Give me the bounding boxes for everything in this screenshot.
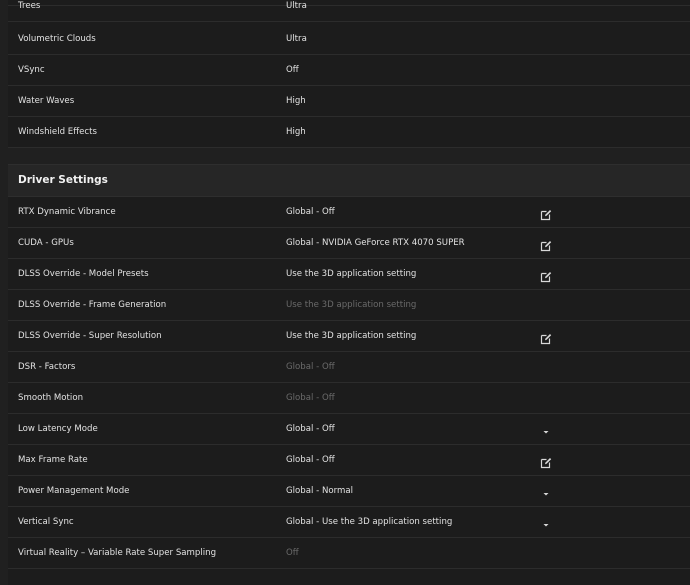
edit-icon[interactable]: [540, 454, 552, 469]
setting-value: Global - Off: [286, 393, 335, 403]
setting-label: RTX Dynamic Vibrance: [18, 207, 116, 217]
dropdown-arrow-icon[interactable]: [540, 423, 552, 435]
setting-label: CUDA - GPUs: [18, 238, 74, 248]
setting-label: DSR - Factors: [18, 362, 76, 372]
setting-label: Trees: [18, 1, 41, 11]
setting-row-vertical-sync[interactable]: Vertical Sync Global - Use the 3D applic…: [8, 507, 690, 538]
setting-label: Volumetric Clouds: [18, 34, 96, 44]
setting-row-max-frame-rate[interactable]: Max Frame Rate Global - Off: [8, 445, 690, 476]
setting-label: VSync: [18, 65, 45, 75]
setting-label: Smooth Motion: [18, 393, 84, 403]
driver-settings-header: Driver Settings: [8, 164, 690, 197]
setting-value[interactable]: Ultra: [286, 0, 307, 21]
setting-label: Water Waves: [18, 96, 75, 106]
setting-row-low-latency-mode[interactable]: Low Latency Mode Global - Off: [8, 414, 690, 445]
setting-row-vr-variable-rate-super-sampling: Virtual Reality – Variable Rate Super Sa…: [8, 538, 690, 569]
setting-row-water-waves[interactable]: Water Waves High: [8, 86, 690, 117]
dropdown-arrow-icon[interactable]: [540, 485, 552, 497]
edit-icon[interactable]: [540, 268, 552, 283]
dropdown-arrow-icon[interactable]: [540, 516, 552, 528]
setting-value[interactable]: High: [286, 117, 306, 147]
setting-row-windshield-effects[interactable]: Windshield Effects High: [8, 117, 690, 148]
setting-value[interactable]: Use the 3D application setting: [286, 259, 416, 289]
setting-row-volumetric-clouds[interactable]: Volumetric Clouds Ultra: [8, 24, 690, 55]
setting-row-dsr-factors: DSR - Factors Global - Off: [8, 352, 690, 383]
setting-row-power-management-mode[interactable]: Power Management Mode Global - Normal: [8, 476, 690, 507]
setting-value[interactable]: Global - Off: [286, 414, 335, 444]
edit-icon[interactable]: [540, 237, 552, 252]
setting-row-vsync[interactable]: VSync Off: [8, 55, 690, 86]
setting-value[interactable]: High: [286, 86, 306, 116]
setting-row-smooth-motion: Smooth Motion Global - Off: [8, 383, 690, 414]
setting-label: Power Management Mode: [18, 486, 130, 496]
setting-value: Off: [286, 548, 299, 558]
setting-label: Low Latency Mode: [18, 424, 98, 434]
setting-value[interactable]: Global - Normal: [286, 476, 353, 506]
setting-value[interactable]: Global - NVIDIA GeForce RTX 4070 SUPER: [286, 228, 465, 258]
setting-value[interactable]: Global - Use the 3D application setting: [286, 507, 452, 537]
edit-icon[interactable]: [540, 206, 552, 221]
setting-value[interactable]: Ultra: [286, 24, 307, 54]
setting-value: Global - Off: [286, 362, 335, 372]
setting-label: DLSS Override - Super Resolution: [18, 331, 162, 341]
settings-panel: Trees Ultra Volumetric Clouds Ultra VSyn…: [8, 0, 690, 585]
setting-row-rtx-dynamic-vibrance[interactable]: RTX Dynamic Vibrance Global - Off: [8, 197, 690, 228]
setting-value[interactable]: Global - Off: [286, 197, 335, 227]
section-gap: [8, 148, 690, 164]
setting-value: Use the 3D application setting: [286, 300, 417, 310]
setting-row-cuda-gpus[interactable]: CUDA - GPUs Global - NVIDIA GeForce RTX …: [8, 228, 690, 259]
setting-value[interactable]: Use the 3D application setting: [286, 321, 416, 351]
setting-row-dlss-frame-generation: DLSS Override - Frame Generation Use the…: [8, 290, 690, 321]
setting-row-dlss-super-resolution[interactable]: DLSS Override - Super Resolution Use the…: [8, 321, 690, 352]
setting-value[interactable]: Global - Off: [286, 445, 335, 475]
setting-row-dlss-model-presets[interactable]: DLSS Override - Model Presets Use the 3D…: [8, 259, 690, 290]
setting-value[interactable]: Off: [286, 55, 299, 85]
setting-label: Max Frame Rate: [18, 455, 88, 465]
setting-label: Vertical Sync: [18, 517, 74, 527]
section-title: Driver Settings: [18, 174, 108, 186]
setting-row-trees[interactable]: Trees Ultra: [8, 0, 690, 22]
setting-label: DLSS Override - Model Presets: [18, 269, 149, 279]
setting-label: Virtual Reality – Variable Rate Super Sa…: [18, 548, 217, 558]
setting-label: DLSS Override - Frame Generation: [18, 300, 167, 310]
setting-label: Windshield Effects: [18, 127, 97, 137]
edit-icon[interactable]: [540, 330, 552, 345]
